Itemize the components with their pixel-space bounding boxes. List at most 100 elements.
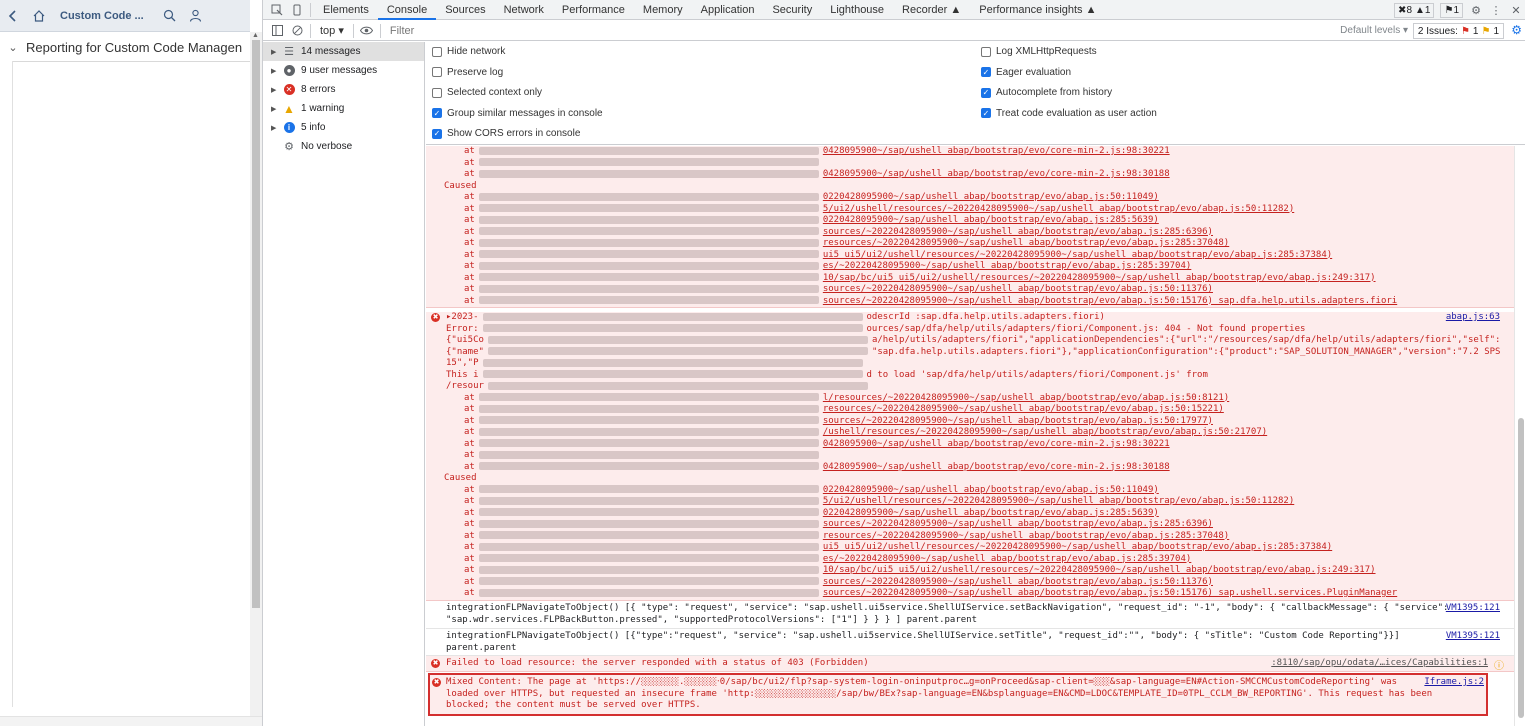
error-message[interactable]: ✖ ▸2023- odescrId :sap.dfa.help.utils.adap… [426, 312, 1514, 601]
source-link[interactable]: VM1395:121 [1446, 631, 1500, 641]
setting-autocomplete-from-history[interactable]: ✓ Autocomplete from history [981, 87, 1112, 98]
sidebar-item-no-verbose[interactable]: ⚙ No verbose [263, 137, 424, 156]
device-toolbar-icon[interactable] [287, 0, 307, 20]
source-link[interactable]: :8110/sap/opu/odata/…ices/Capabilities:1 [1271, 658, 1488, 668]
checkbox[interactable]: ✓ [432, 128, 442, 139]
stack-frame-link[interactable]: sources/~20220428095900~/sap/ushell_abap… [823, 588, 1397, 598]
app-scrollbar[interactable]: ▲ [250, 32, 262, 726]
stack-frame-link[interactable]: sources/~20220428095900~/sap/ushell_abap… [823, 284, 1213, 294]
error-message[interactable]: ✖ Failed to load resource: the server re… [426, 656, 1514, 672]
setting-log-xmlhttprequests[interactable]: Log XMLHttpRequests [981, 46, 1097, 57]
user-profile-icon[interactable] [182, 0, 208, 32]
search-icon[interactable] [156, 0, 182, 32]
inspect-element-icon[interactable] [267, 0, 287, 20]
scrollbar-thumb[interactable] [1518, 418, 1524, 718]
tab-network[interactable]: Network [495, 0, 553, 20]
tab-security[interactable]: Security [763, 0, 821, 20]
source-link[interactable]: VM1395:121 [1446, 603, 1500, 613]
setting-show-cors-errors-in-console[interactable]: ✓ Show CORS errors in console [432, 128, 580, 139]
stack-frame-link[interactable]: resources/~20220428095900~/sap/ushell_ab… [823, 238, 1229, 248]
stack-frame-link[interactable]: 0220428095900~/sap/ushell_abap/bootstrap… [823, 192, 1159, 202]
stack-frame-link[interactable]: sources/~20220428095900~/sap/ushell_abap… [823, 519, 1213, 529]
stack-frame-link[interactable]: 10/sap/bc/ui5_ui5/ui2/ushell/resources/~… [823, 273, 1376, 283]
stack-frame-link[interactable]: sources/~20220428095900~/sap/ushell_abap… [823, 227, 1213, 237]
default-levels-dropdown[interactable]: Default levels ▾ [1340, 21, 1408, 41]
stack-frame-link[interactable]: 5/ui2/ushell/resources/~20220428095900~/… [823, 204, 1294, 214]
error-header-line[interactable]: ✖ ▸2023- odescrId :sap.dfa.help.utils.adap… [426, 312, 1514, 324]
tab-memory[interactable]: Memory [634, 0, 692, 20]
checkbox[interactable]: ✓ [981, 87, 991, 98]
chevron-down-icon[interactable]: ⌄ [0, 41, 26, 54]
setting-selected-context-only[interactable]: Selected context only [432, 87, 542, 98]
tree-item-reporting[interactable]: ⌄ Reporting for Custom Code Managen [0, 38, 250, 56]
live-expression-eye-icon[interactable] [357, 21, 377, 41]
stack-frame-link[interactable]: 0428095900~/sap/ushell_abap/bootstrap/ev… [823, 169, 1170, 179]
sidebar-item-5-info[interactable]: ▶ i 5 info [263, 118, 424, 137]
issues-counter[interactable]: ⚑ 1 [1440, 2, 1463, 18]
stack-frame-link[interactable]: 0428095900~/sap/ushell_abap/bootstrap/ev… [823, 146, 1170, 156]
stack-frame-link[interactable]: 0428095900~/sap/ushell_abap/bootstrap/ev… [823, 462, 1170, 472]
expand-triangle-icon[interactable]: ▶ [271, 124, 281, 132]
stack-frame-link[interactable]: 0220428095900~/sap/ushell_abap/bootstrap… [823, 485, 1159, 495]
log-message[interactable]: integrationFLPNavigateToObject() [{"type… [426, 629, 1514, 656]
stack-frame-link[interactable]: 0428095900~/sap/ushell_abap/bootstrap/ev… [823, 439, 1170, 449]
stack-frame-link[interactable]: 0220428095900~/sap/ushell_abap/bootstrap… [823, 215, 1159, 225]
error-message[interactable]: at 0428095900~/sap/ushell_abap/bootstrap/… [426, 146, 1514, 308]
checkbox[interactable] [432, 67, 442, 77]
setting-preserve-log[interactable]: Preserve log [432, 67, 503, 78]
sidebar-item-14-messages[interactable]: ▶ ☰ 14 messages [263, 42, 424, 61]
stack-frame-link[interactable]: sources/~20220428095900~/sap/ushell_abap… [823, 416, 1213, 426]
sidebar-item-9-user-messages[interactable]: ▶ ● 9 user messages [263, 61, 424, 80]
mixed-content-error[interactable]: ✖ Mixed Content: The page at 'https://░░… [428, 673, 1488, 716]
log-message[interactable]: integrationFLPNavigateToObject() [{ "typ… [426, 601, 1514, 629]
scroll-up-icon[interactable]: ▲ [252, 32, 259, 39]
stack-frame-link[interactable]: ui5_ui5/ui2/ushell/resources/~2022042809… [823, 542, 1332, 552]
stack-frame-link[interactable]: 0220428095900~/sap/ushell_abap/bootstrap… [823, 508, 1159, 518]
stack-frame-link[interactable]: es/~20220428095900~/sap/ushell_abap/boot… [823, 554, 1191, 564]
checkbox[interactable]: ✓ [981, 108, 991, 118]
stack-frame-link[interactable]: 10/sap/bc/ui5_ui5/ui2/ushell/resources/~… [823, 565, 1376, 575]
stack-frame-link[interactable]: l/resources/~20220428095900~/sap/ushell_… [823, 393, 1229, 403]
scrollbar-thumb[interactable] [252, 40, 260, 608]
stack-frame-link[interactable]: resources/~20220428095900~/sap/ushell_ab… [823, 531, 1229, 541]
expand-triangle-icon[interactable]: ▶ [271, 86, 281, 94]
setting-eager-evaluation[interactable]: ✓ Eager evaluation [981, 67, 1071, 78]
console-settings-gear-icon[interactable]: ⚙ [1511, 23, 1522, 37]
expand-triangle-icon[interactable]: ▶ [271, 67, 281, 75]
back-icon[interactable] [0, 0, 26, 32]
close-icon[interactable]: ✕ [1506, 0, 1525, 20]
checkbox[interactable] [432, 87, 442, 98]
sidebar-toggle-icon[interactable] [267, 21, 287, 41]
horizontal-scrollbar[interactable] [0, 716, 262, 726]
tab-performance-insights[interactable]: Performance insights ▲ [970, 0, 1105, 20]
stack-frame-link[interactable]: sources/~20220428095900~/sap/ushell_abap… [823, 577, 1213, 587]
filter-input[interactable]: Filter [384, 25, 1284, 37]
sidebar-item-8-errors[interactable]: ▶ ✕ 8 errors [263, 80, 424, 99]
issues-button[interactable]: 2 Issues: ⚑ 1 ⚑ 1 [1412, 23, 1504, 39]
stack-frame-link[interactable]: sources/~20220428095900~/sap/ushell_abap… [823, 296, 1397, 306]
tab-sources[interactable]: Sources [436, 0, 494, 20]
stack-frame-link[interactable]: 5/ui2/ushell/resources/~20220428095900~/… [823, 496, 1294, 506]
setting-treat-code-evaluation-as-user-action[interactable]: ✓ Treat code evaluation as user action [981, 108, 1157, 119]
stack-frame-link[interactable]: resources/~20220428095900~/sap/ushell_ab… [823, 404, 1224, 414]
stack-frame-link[interactable]: es/~20220428095900~/sap/ushell_abap/boot… [823, 261, 1191, 271]
gear-icon[interactable]: ⚙ [1466, 0, 1486, 20]
checkbox[interactable]: ✓ [981, 67, 991, 77]
stack-frame-link[interactable]: /ushell/resources/~20220428095900~/sap/u… [823, 427, 1267, 437]
checkbox[interactable]: ✓ [432, 108, 442, 118]
setting-hide-network[interactable]: Hide network [432, 46, 505, 57]
expand-triangle-icon[interactable]: ▶ [271, 105, 281, 113]
checkbox[interactable] [432, 46, 442, 57]
tab-elements[interactable]: Elements [314, 0, 378, 20]
context-selector[interactable]: top ▾ [314, 24, 350, 37]
more-options-icon[interactable]: ⋮ [1486, 0, 1506, 20]
tab-recorder[interactable]: Recorder ▲ [893, 0, 970, 20]
setting-group-similar-messages-in-console[interactable]: ✓ Group similar messages in console [432, 108, 603, 119]
expand-triangle-icon[interactable]: ▶ [271, 48, 281, 56]
tab-performance[interactable]: Performance [553, 0, 634, 20]
checkbox[interactable] [981, 46, 991, 57]
tab-application[interactable]: Application [692, 0, 764, 20]
stack-frame-link[interactable]: ui5_ui5/ui2/ushell/resources/~2022042809… [823, 250, 1332, 260]
home-icon[interactable] [26, 0, 52, 32]
sidebar-item-1-warning[interactable]: ▶ ▲ 1 warning [263, 99, 424, 118]
